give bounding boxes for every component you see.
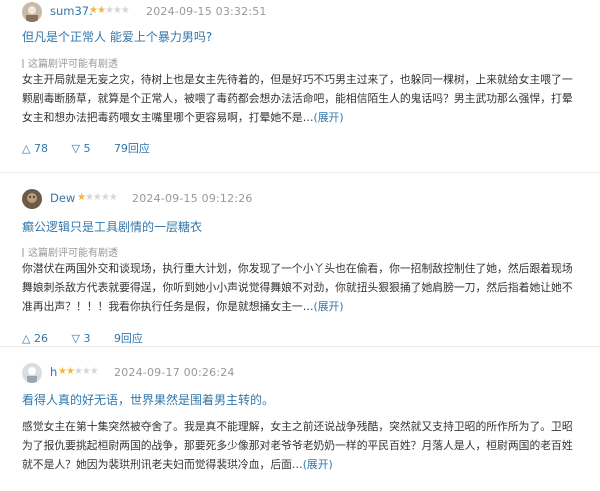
content-line-text: 女主和想办法把毒药喂女主嘴里哪个更容易啊，打晕她不是… bbox=[22, 111, 314, 124]
spoiler-bar bbox=[22, 59, 24, 68]
rating-stars: ★★★★★ bbox=[77, 192, 118, 203]
expand-link[interactable]: (展开) bbox=[314, 300, 344, 313]
divider bbox=[0, 172, 600, 173]
content-line: 颗剧毒断肠草，就算是个正常人，被喂了毒药都会想办法活命吧，能相信陌生人的鬼话吗？… bbox=[22, 92, 573, 105]
downvote-count: 3 bbox=[83, 332, 91, 345]
review-content: 你潜伏在两国外交和谈现场，执行重大计划，你发现了一个小丫头也在偷看，你一招制敌控… bbox=[22, 259, 592, 316]
downvote-button[interactable]: ▽ 5 bbox=[71, 142, 90, 155]
expand-link[interactable]: (展开) bbox=[314, 111, 344, 124]
upvote-count: 26 bbox=[33, 332, 48, 345]
spoiler-notice: 这篇剧评可能有剧透 bbox=[22, 244, 118, 259]
username[interactable]: Dew bbox=[50, 191, 75, 205]
rating-stars: ★★★★★ bbox=[58, 366, 99, 377]
content-line: 舞娘刺杀敌方代表就要得逞，你听到她小小声说觉得舞娘不对劲，你就扭头狠狠捅了她肩膀… bbox=[22, 281, 573, 294]
review-date: 2024-09-17 00:26:24 bbox=[114, 366, 235, 379]
spoiler-text: 这篇剧评可能有剧透 bbox=[28, 248, 118, 259]
content-line: 就不是人？她因为裴珙刑讯老夫妇而觉得裴珙冷血，后面…(展开) bbox=[22, 455, 592, 474]
triangle-down-icon: ▽ bbox=[71, 332, 80, 345]
spoiler-bar bbox=[22, 248, 24, 257]
content-line: 为了报仇要挑起桓尉两国的战争，那要死多少像那对老爷爷老奶奶一样的平民百姓？月落人… bbox=[22, 439, 573, 452]
review-1: sum37. ★★★★★ 2024-09-15 03:32:51 但凡是个正常人… bbox=[0, 0, 600, 174]
downvote-count: 5 bbox=[83, 142, 91, 155]
downvote-button[interactable]: ▽ 3 bbox=[71, 332, 90, 345]
triangle-down-icon: ▽ bbox=[71, 142, 80, 155]
avatar[interactable] bbox=[22, 363, 42, 383]
divider bbox=[0, 346, 600, 347]
triangle-up-icon: △ bbox=[22, 332, 31, 345]
reply-link[interactable]: 79回应 bbox=[114, 142, 150, 155]
upvote-button[interactable]: △ 26 bbox=[22, 332, 48, 345]
avatar[interactable] bbox=[22, 189, 42, 209]
review-3: h ★★★★★ 2024-09-17 00:26:24 看得人真的好无语，世界果… bbox=[0, 348, 600, 491]
content-line-text: 准再出声？！！！我看你执行任务是假，你是就想捅女主一… bbox=[22, 300, 314, 313]
content-line: 你潜伏在两国外交和谈现场，执行重大计划，你发现了一个小丫头也在偷看，你一招制敌控… bbox=[22, 262, 573, 275]
content-line: 感觉女主在第十集突然被夺舍了。我是真不能理解，女主之前还说战争残酷，突然就又支持… bbox=[22, 420, 573, 433]
review-actions: △ 78 ▽ 5 79回应 bbox=[22, 140, 150, 156]
reply-link[interactable]: 9回应 bbox=[114, 332, 143, 345]
avatar[interactable] bbox=[22, 2, 42, 22]
rating-stars: ★★★★★ bbox=[89, 5, 130, 16]
username[interactable]: sum37. bbox=[50, 4, 93, 18]
review-actions: △ 26 ▽ 3 9回应 bbox=[22, 330, 143, 346]
content-line: 女主开局就是无妄之灾，待树上也是女主先待着的，但是好巧不巧男主过来了，也躲同一棵… bbox=[22, 73, 573, 86]
review-date: 2024-09-15 09:12:26 bbox=[132, 192, 253, 205]
content-line-text: 就不是人？她因为裴珙刑讯老夫妇而觉得裴珙冷血，后面… bbox=[22, 458, 303, 471]
spoiler-text: 这篇剧评可能有剧透 bbox=[28, 59, 118, 70]
review-title[interactable]: 但凡是个正常人 能爱上个暴力男吗? bbox=[22, 28, 212, 45]
expand-link[interactable]: (展开) bbox=[303, 458, 333, 471]
username[interactable]: h bbox=[50, 365, 57, 379]
content-line: 女主和想办法把毒药喂女主嘴里哪个更容易啊，打晕她不是…(展开) bbox=[22, 108, 592, 127]
upvote-button[interactable]: △ 78 bbox=[22, 142, 48, 155]
spoiler-notice: 这篇剧评可能有剧透 bbox=[22, 55, 118, 70]
review-title[interactable]: 看得人真的好无语，世界果然是围着男主转的。 bbox=[22, 391, 274, 408]
review-date: 2024-09-15 03:32:51 bbox=[146, 5, 267, 18]
review-title[interactable]: 癫公逻辑只是工具剧情的一层糖衣 bbox=[22, 218, 202, 235]
upvote-count: 78 bbox=[33, 142, 48, 155]
triangle-up-icon: △ bbox=[22, 142, 31, 155]
review-content: 女主开局就是无妄之灾，待树上也是女主先待着的，但是好巧不巧男主过来了，也躲同一棵… bbox=[22, 70, 592, 127]
review-2: Dew ★★★★★ 2024-09-15 09:12:26 癫公逻辑只是工具剧情… bbox=[0, 174, 600, 348]
content-line: 准再出声？！！！我看你执行任务是假，你是就想捅女主一…(展开) bbox=[22, 297, 592, 316]
review-content: 感觉女主在第十集突然被夺舍了。我是真不能理解，女主之前还说战争残酷，突然就又支持… bbox=[22, 417, 592, 474]
